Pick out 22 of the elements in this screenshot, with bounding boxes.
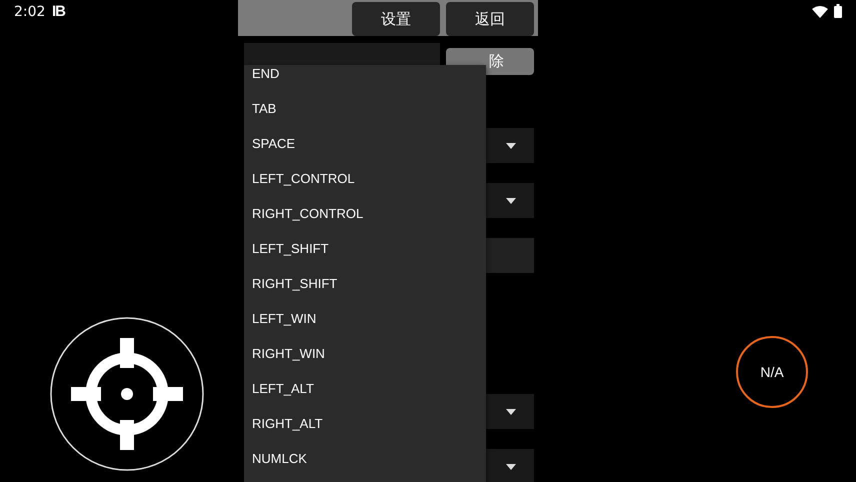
caret-icon — [506, 409, 516, 415]
caret-icon — [506, 143, 516, 149]
battery-icon — [834, 4, 842, 18]
caret-icon — [506, 198, 516, 204]
caret-icon — [506, 464, 516, 470]
menu-item[interactable]: RIGHT_SHIFT — [244, 266, 486, 301]
menu-item[interactable]: LEFT_WIN — [244, 301, 486, 336]
menu-item[interactable]: SPACE — [244, 126, 486, 161]
wifi-icon — [812, 6, 828, 18]
menu-item[interactable]: RIGHT_CONTROL — [244, 196, 486, 231]
clock-time: 2:02 — [14, 4, 46, 20]
toolbar-button[interactable]: 返回 — [446, 2, 534, 36]
action-button[interactable]: N/A — [736, 336, 808, 408]
menu-item[interactable]: NUMLCK — [244, 441, 486, 476]
toolbar-button[interactable]: 设置 — [352, 2, 440, 36]
menu-item[interactable]: RIGHT_WIN — [244, 336, 486, 371]
menu-item[interactable]: LEFT_SHIFT — [244, 231, 486, 266]
notification-icon: IB — [52, 3, 65, 20]
menu-item[interactable]: RIGHT_ALT — [244, 406, 486, 441]
menu-item[interactable]: TAB — [244, 91, 486, 126]
menu-item[interactable]: LEFT_ALT — [244, 371, 486, 406]
menu-item[interactable]: LEFT_CONTROL — [244, 161, 486, 196]
